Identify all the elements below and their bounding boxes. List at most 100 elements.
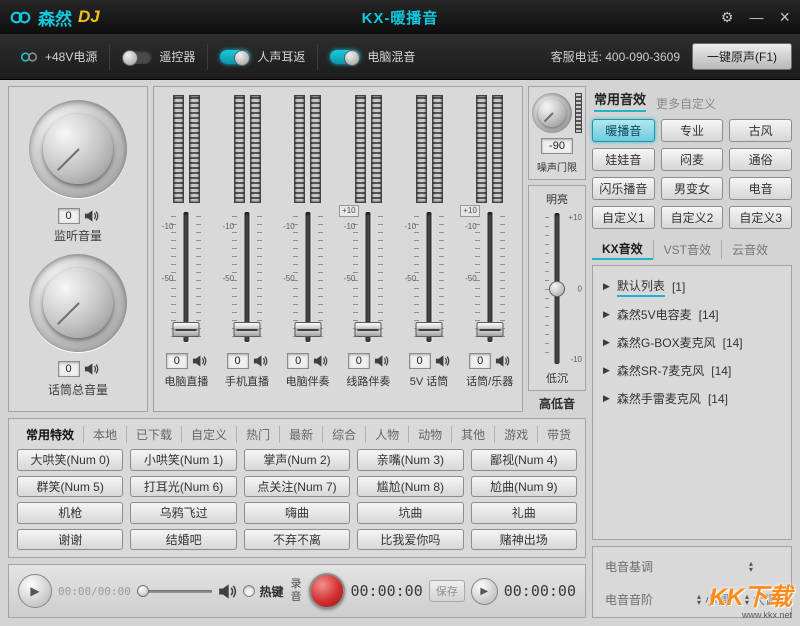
settings-gear-icon[interactable]: ⚙ [721, 9, 734, 26]
mic-mute-speaker-icon[interactable] [84, 362, 99, 376]
list-item[interactable]: ▶ 森然手雷麦克风 [14] [603, 386, 781, 411]
se-button[interactable]: 结婚吧 [130, 529, 236, 551]
se-button[interactable]: 赌神出场 [471, 529, 577, 551]
tab-vst-fx[interactable]: VST音效 [653, 240, 721, 259]
channel-fader[interactable]: +10 -10 -50 [459, 208, 520, 346]
se-tab-mixed[interactable]: 综合 [322, 426, 365, 443]
channel-speaker-icon[interactable] [313, 354, 328, 368]
se-button[interactable]: 谢谢 [17, 529, 123, 551]
se-tab-other[interactable]: 其他 [451, 426, 494, 443]
channel-speaker-icon[interactable] [495, 354, 510, 368]
close-button[interactable]: × [779, 7, 790, 28]
hotkey-toggle[interactable] [243, 585, 255, 597]
se-button[interactable]: 乌鸦飞过 [130, 502, 236, 524]
fx-preset-button[interactable]: 自定义2 [661, 206, 724, 229]
etone-major-option[interactable]: ▴▾ 大调 [745, 591, 777, 608]
ear-monitor-switch[interactable] [220, 50, 250, 64]
se-tab-hot[interactable]: 热门 [236, 426, 279, 443]
fx-preset-button[interactable]: 男变女 [661, 177, 724, 200]
se-tab-animal[interactable]: 动物 [408, 426, 451, 443]
expand-arrow-icon[interactable]: ▶ [603, 337, 610, 348]
record-button[interactable] [309, 573, 345, 609]
list-item[interactable]: ▶ 森然5V电容麦 [14] [603, 302, 781, 327]
channel-speaker-icon[interactable] [435, 354, 450, 368]
remote-switch[interactable] [122, 50, 152, 64]
fx-preset-button[interactable]: 闷麦 [661, 148, 724, 171]
save-button[interactable]: 保存 [429, 580, 465, 602]
se-button[interactable]: 机枪 [17, 502, 123, 524]
etone-pitch-spinner[interactable]: ▴ ▾ [749, 561, 753, 573]
tone-slider[interactable]: +10 0 -10 [529, 211, 585, 366]
channel-speaker-icon[interactable] [374, 354, 389, 368]
se-tab-new[interactable]: 最新 [279, 426, 322, 443]
monitor-volume-knob[interactable] [29, 100, 127, 198]
bypass-button[interactable]: 一键原声(F1) [692, 43, 792, 70]
mic-total-knob[interactable] [29, 254, 127, 352]
se-tab-common[interactable]: 常用特效 [17, 426, 83, 443]
se-tab-local[interactable]: 本地 [83, 426, 126, 443]
channel-fader[interactable]: -10 -50 [217, 208, 278, 346]
list-item[interactable]: ▶ 森然G-BOX麦克风 [14] [603, 330, 781, 355]
se-tab-downloaded[interactable]: 已下载 [126, 426, 181, 443]
monitor-mute-speaker-icon[interactable] [84, 209, 99, 223]
noise-gate-knob[interactable] [532, 93, 572, 133]
fx-preset-button[interactable]: 自定义1 [592, 206, 655, 229]
tab-kx-fx[interactable]: KX音效 [592, 239, 653, 260]
channel-fader[interactable]: -10 -50 [277, 208, 338, 346]
progress-thumb[interactable] [137, 585, 149, 597]
phantom-power-toggle[interactable]: +48V电源 [8, 44, 109, 70]
channel-fader[interactable]: +10 -10 -50 [338, 208, 399, 346]
more-custom-link[interactable]: 更多自定义 [656, 95, 716, 112]
pc-mix-switch[interactable] [330, 50, 360, 64]
expand-arrow-icon[interactable]: ▶ [603, 365, 610, 376]
fader-handle[interactable] [173, 322, 200, 337]
se-button[interactable]: 礼曲 [471, 502, 577, 524]
channel-fader[interactable]: -10 -50 [399, 208, 460, 346]
se-tab-sale[interactable]: 带货 [537, 426, 577, 443]
play-button[interactable]: ▶ [18, 574, 52, 608]
progress-slider[interactable] [137, 584, 213, 598]
fx-preset-button[interactable]: 专业 [661, 119, 724, 142]
list-item[interactable]: ▶ 默认列表 [1] [603, 274, 781, 299]
channel-speaker-icon[interactable] [192, 354, 207, 368]
tone-slider-thumb[interactable] [549, 281, 565, 297]
fader-handle[interactable] [234, 322, 261, 337]
se-button[interactable]: 坑曲 [357, 502, 463, 524]
fader-handle[interactable] [294, 322, 321, 337]
list-item[interactable]: ▶ 森然SR-7麦克风 [14] [603, 358, 781, 383]
fx-preset-button[interactable]: 自定义3 [729, 206, 792, 229]
se-button[interactable]: 尴尬(Num 8) [357, 476, 463, 498]
fx-preset-button[interactable]: 闪乐播音 [592, 177, 655, 200]
se-button[interactable]: 嗨曲 [244, 502, 350, 524]
se-tab-game[interactable]: 游戏 [494, 426, 537, 443]
channel-speaker-icon[interactable] [253, 354, 268, 368]
se-button[interactable]: 不弃不离 [244, 529, 350, 551]
expand-arrow-icon[interactable]: ▶ [603, 393, 610, 404]
fader-handle[interactable] [416, 322, 443, 337]
se-button[interactable]: 大哄笑(Num 0) [17, 449, 123, 471]
se-button[interactable]: 打耳光(Num 6) [130, 476, 236, 498]
expand-arrow-icon[interactable]: ▶ [603, 281, 610, 292]
se-button[interactable]: 掌声(Num 2) [244, 449, 350, 471]
se-button[interactable]: 比我爱你吗 [357, 529, 463, 551]
tab-cloud-fx[interactable]: 云音效 [721, 240, 778, 259]
etone-minor-option[interactable]: ▴▾ 小调 [697, 591, 729, 608]
se-button[interactable]: 小哄笑(Num 1) [130, 449, 236, 471]
fx-preset-button[interactable]: 电音 [729, 177, 792, 200]
fx-preset-button[interactable]: 古风 [729, 119, 792, 142]
fx-preset-button[interactable]: 暖播音 [592, 119, 655, 142]
se-button[interactable]: 鄙视(Num 4) [471, 449, 577, 471]
se-button[interactable]: 亲嘴(Num 3) [357, 449, 463, 471]
fx-preset-button[interactable]: 通俗 [729, 148, 792, 171]
expand-arrow-icon[interactable]: ▶ [603, 309, 610, 320]
fader-handle[interactable] [355, 322, 382, 337]
se-button[interactable]: 点关注(Num 7) [244, 476, 350, 498]
se-tab-custom[interactable]: 自定义 [181, 426, 236, 443]
se-button[interactable]: 群笑(Num 5) [17, 476, 123, 498]
fader-handle[interactable] [476, 322, 503, 337]
playback-button[interactable]: ▶ [471, 578, 498, 605]
channel-fader[interactable]: -10 -50 [156, 208, 217, 346]
se-button[interactable]: 尬曲(Num 9) [471, 476, 577, 498]
minimize-button[interactable]: — [749, 9, 763, 25]
se-tab-people[interactable]: 人物 [365, 426, 408, 443]
